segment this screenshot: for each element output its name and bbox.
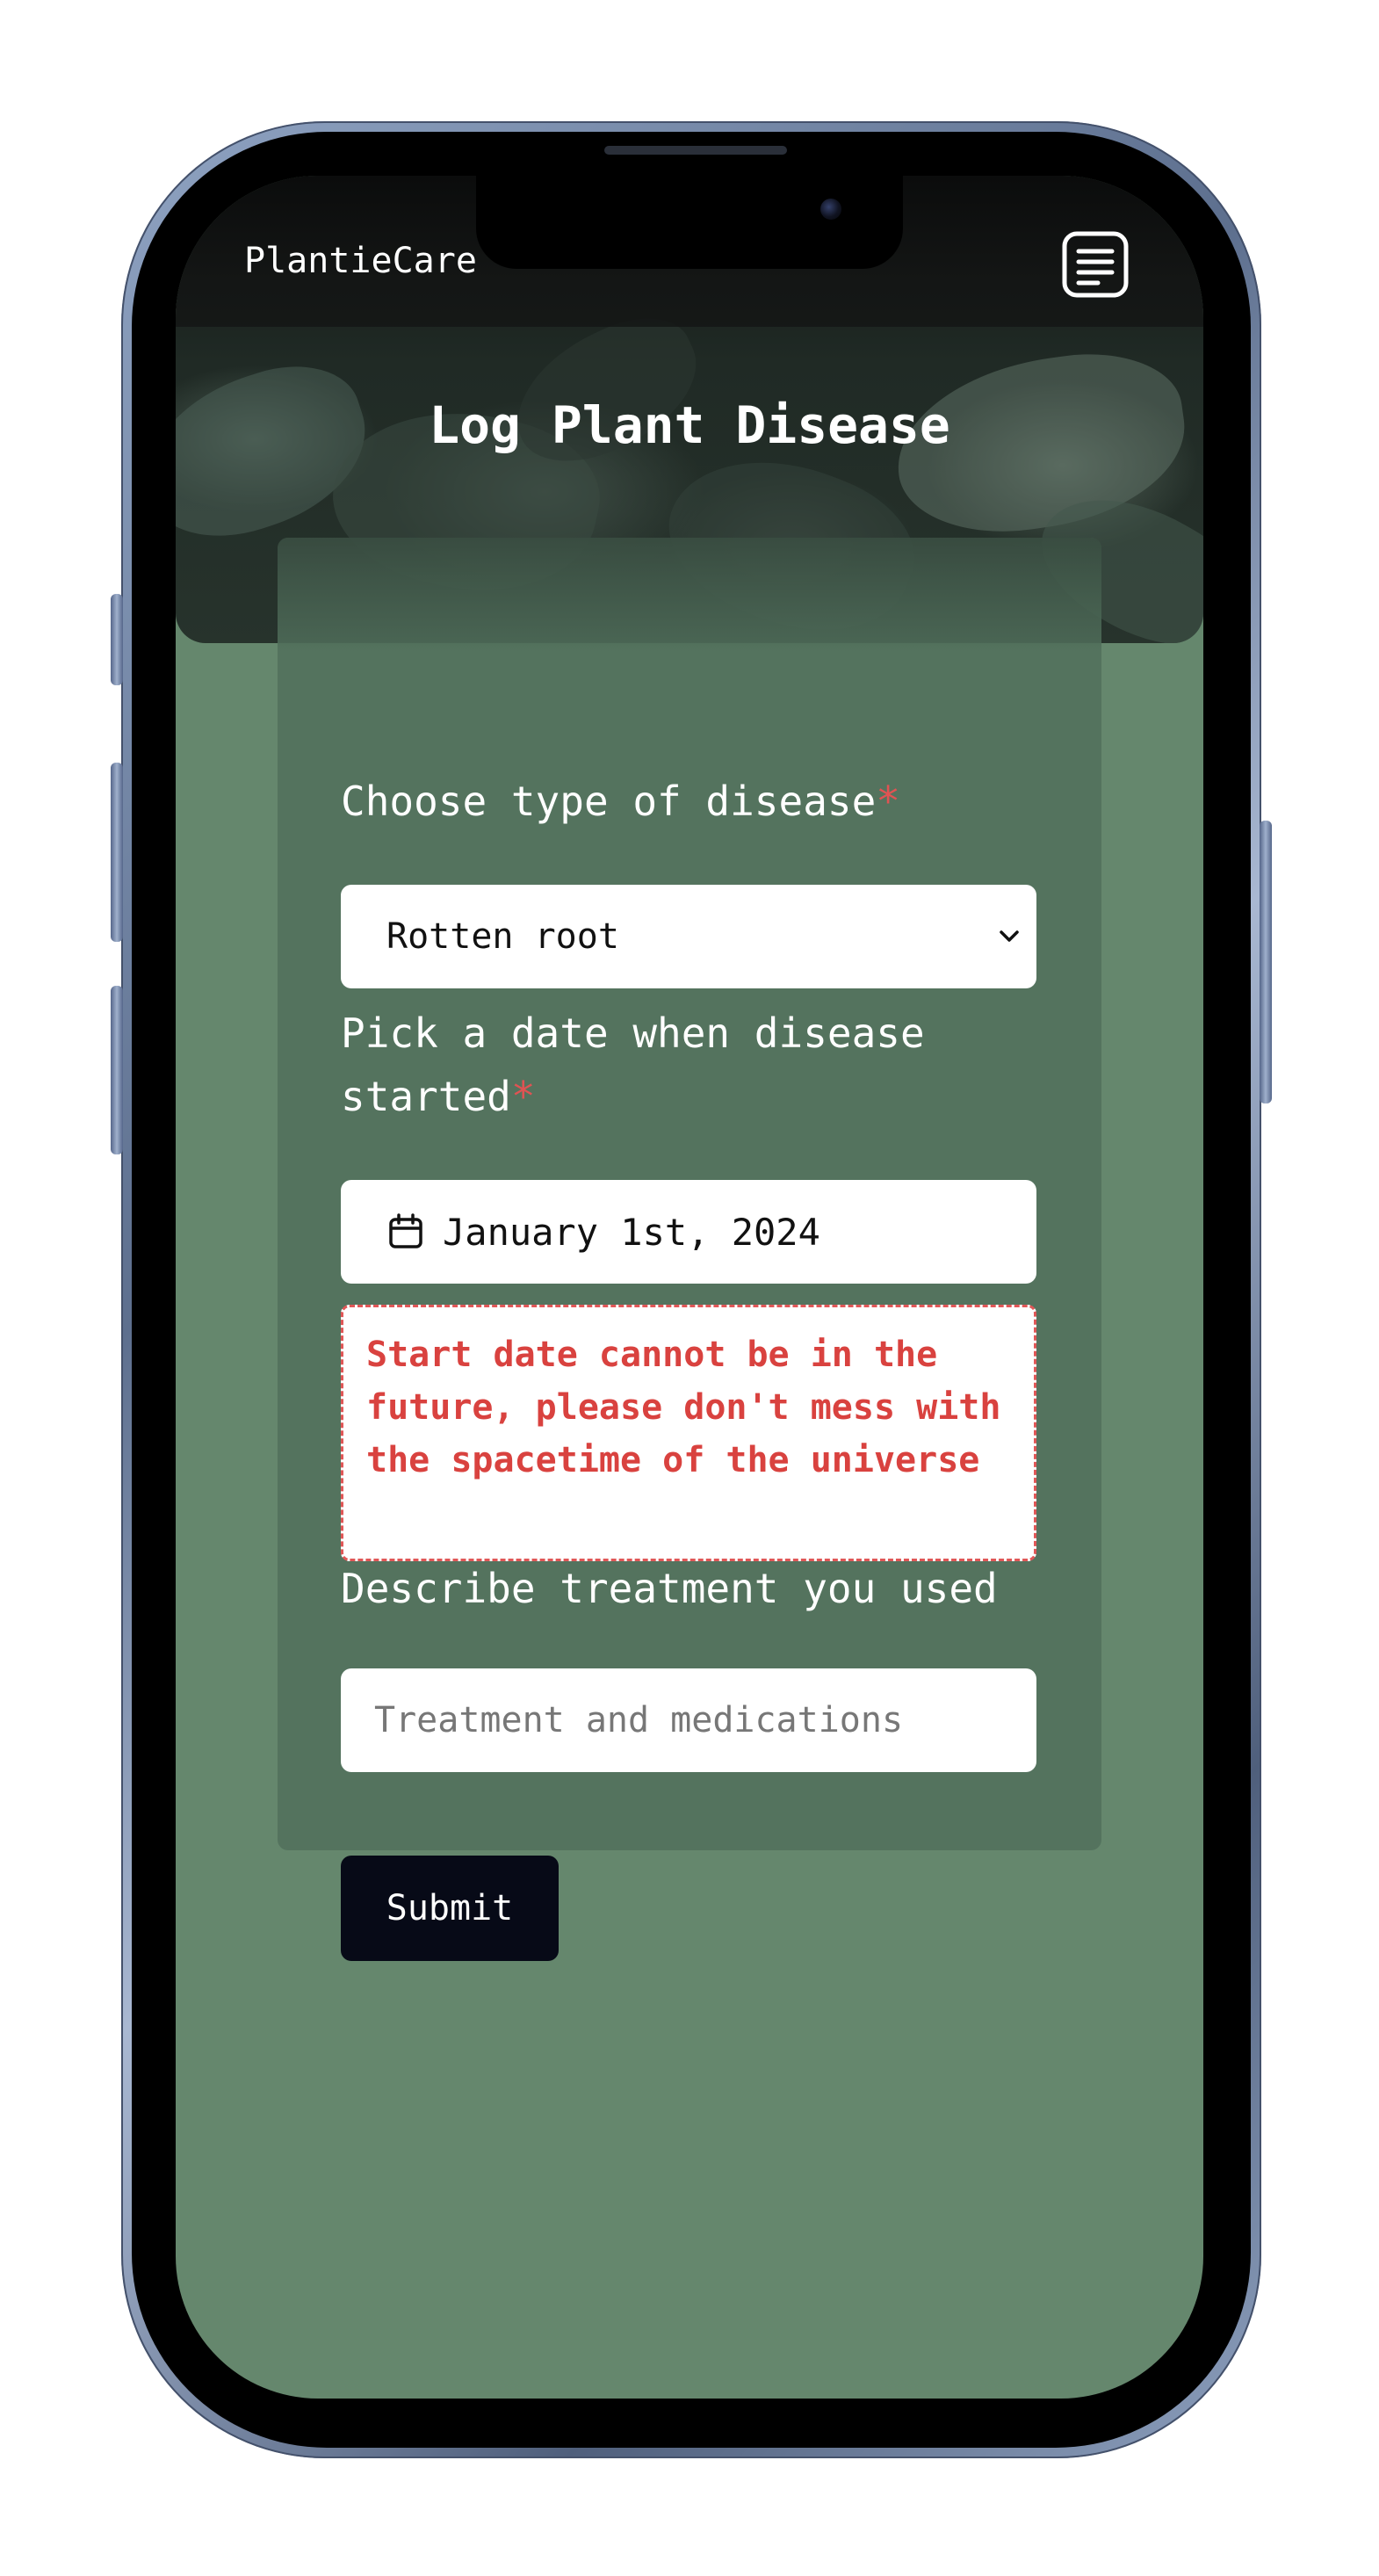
volume-down-button — [111, 986, 123, 1154]
card-header-shade — [278, 538, 1101, 652]
start-date-value: January 1st, 2024 — [443, 1210, 820, 1254]
required-asterisk: * — [876, 778, 900, 825]
calendar-icon — [389, 1213, 422, 1248]
page-title: Log Plant Disease — [429, 395, 950, 455]
treatment-label: Describe treatment you used — [341, 1565, 998, 1612]
camera-notch — [476, 176, 903, 269]
disease-type-select[interactable]: Rotten root — [341, 885, 1036, 988]
phone-screen: PlantieCare Log Plant Disease Choose typ… — [176, 176, 1203, 2399]
disease-log-form: Choose type of disease* Rotten root Pick… — [278, 538, 1101, 1961]
front-camera-icon — [820, 199, 841, 220]
disease-type-selected-value: Rotten root — [386, 916, 619, 957]
menu-button[interactable] — [1061, 230, 1130, 299]
chevron-down-icon — [1000, 930, 1019, 942]
start-date-label: Pick a date when disease started* — [341, 1002, 1043, 1128]
volume-up-button — [111, 763, 123, 942]
power-button — [1260, 821, 1272, 1103]
mockup-stage: PlantieCare Log Plant Disease Choose typ… — [0, 0, 1379, 2576]
submit-button[interactable]: Submit — [341, 1856, 559, 1961]
treatment-input[interactable] — [341, 1668, 1036, 1772]
start-date-picker[interactable]: January 1st, 2024 — [341, 1180, 1036, 1284]
earpiece-speaker — [604, 146, 787, 155]
error-message-text: Start date cannot be in the future, plea… — [366, 1335, 1001, 1480]
start-date-label-text: Pick a date when disease started — [341, 1009, 925, 1120]
menu-list-icon — [1062, 231, 1129, 298]
required-asterisk: * — [510, 1073, 536, 1120]
disease-type-label-text: Choose type of disease — [341, 778, 877, 825]
date-error-message: Start date cannot be in the future, plea… — [341, 1305, 1036, 1561]
brand-logo[interactable]: PlantieCare — [244, 241, 477, 281]
mute-switch — [111, 594, 123, 685]
disease-type-label: Choose type of disease* — [341, 770, 1043, 833]
